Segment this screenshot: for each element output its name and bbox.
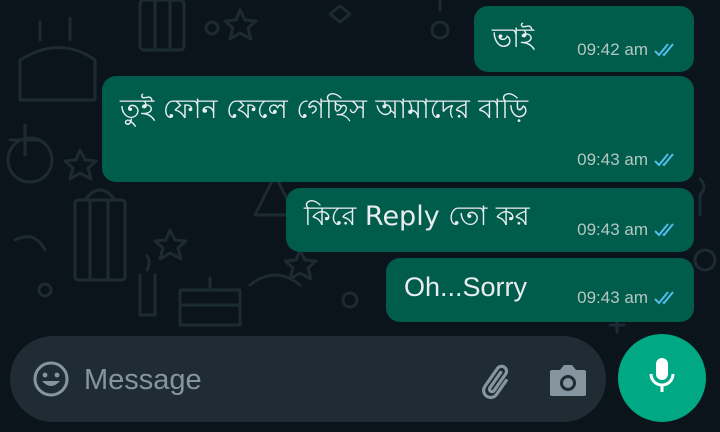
microphone-button[interactable]: [618, 334, 706, 422]
message-text: ভাই: [492, 23, 534, 54]
camera-icon[interactable]: [546, 360, 590, 400]
message-text: কিরে Reply তো কর: [304, 201, 530, 232]
outgoing-message[interactable]: তুই ফোন ফেলে গেছিস আমাদের বাড়ি 09:43 am: [102, 76, 694, 182]
message-time: 09:43 am: [577, 288, 648, 307]
message-composer: [10, 336, 606, 422]
microphone-icon: [647, 356, 677, 400]
message-meta: 09:42 am: [577, 40, 678, 60]
message-meta: 09:43 am: [577, 288, 678, 308]
message-meta: 09:43 am: [577, 220, 678, 240]
message-text: তুই ফোন ফেলে গেছিস আমাদের বাড়ি: [120, 94, 529, 125]
double-check-icon: [654, 222, 678, 238]
message-time: 09:43 am: [577, 150, 648, 169]
message-meta: 09:43 am: [577, 150, 678, 170]
message-list: ভাই 09:42 am তুই ফোন ফেলে গেছিস আমাদের ব…: [0, 0, 720, 330]
message-time: 09:43 am: [577, 220, 648, 239]
outgoing-message[interactable]: কিরে Reply তো কর 09:43 am: [286, 188, 694, 252]
message-text: Oh...Sorry: [404, 272, 528, 302]
paperclip-icon[interactable]: [476, 358, 520, 402]
message-time: 09:42 am: [577, 40, 648, 59]
double-check-icon: [654, 42, 678, 58]
outgoing-message[interactable]: Oh...Sorry 09:43 am: [386, 258, 694, 322]
emoji-icon[interactable]: [32, 360, 70, 398]
message-input[interactable]: [82, 356, 446, 404]
double-check-icon: [654, 290, 678, 306]
double-check-icon: [654, 152, 678, 168]
outgoing-message[interactable]: ভাই 09:42 am: [474, 6, 694, 72]
